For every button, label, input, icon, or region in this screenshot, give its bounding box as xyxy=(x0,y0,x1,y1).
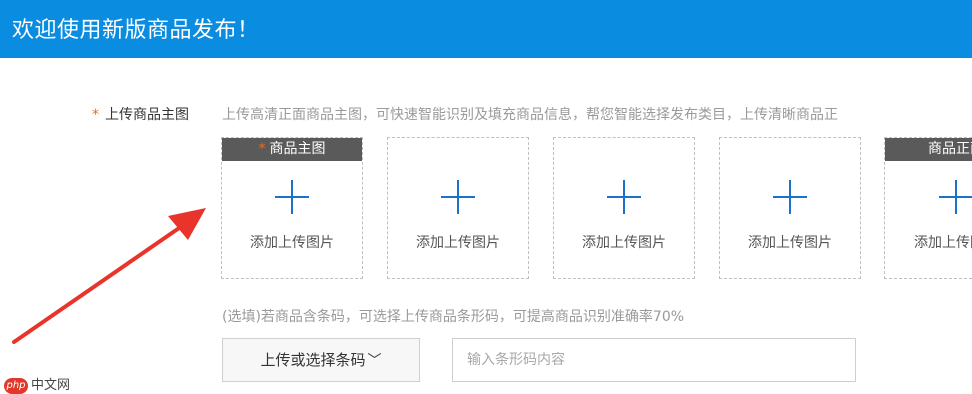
image-upload-slot[interactable]: 添加上传图片 xyxy=(387,137,529,279)
watermark: php 中文网 xyxy=(4,374,70,394)
page-title: 欢迎使用新版商品发布！ xyxy=(12,18,260,43)
slot-tag-text: 商品正面 xyxy=(928,141,972,157)
page-header: 欢迎使用新版商品发布！ xyxy=(0,0,972,58)
barcode-hint: (选填)若商品含条码，可选择上传商品条形码，可提高商品识别准确率70% xyxy=(222,309,685,325)
plus-icon xyxy=(773,180,807,214)
required-mark: * xyxy=(258,141,266,157)
slot-add-label: 添加上传图片 xyxy=(250,235,334,251)
slot-add-label: 添加上传图片 xyxy=(416,235,500,251)
image-upload-slot[interactable]: 添加上传图片 xyxy=(553,137,695,279)
slot-add-label: 添加上传图片 xyxy=(914,235,972,251)
image-upload-slot[interactable]: 添加上传图片 xyxy=(719,137,861,279)
required-mark: * xyxy=(92,107,99,123)
upload-barcode-button[interactable]: 上传或选择条码 ﹀ xyxy=(222,338,420,382)
main-image-label-text: 上传商品主图 xyxy=(105,107,189,123)
slot-tag-text: 商品主图 xyxy=(269,141,326,157)
slot-tag: * 商品主图 xyxy=(222,138,362,161)
plus-icon xyxy=(607,180,641,214)
php-logo-icon: php xyxy=(4,377,28,394)
upload-barcode-button-label: 上传或选择条码 xyxy=(260,351,366,369)
plus-icon xyxy=(939,180,972,214)
slot-add-label: 添加上传图片 xyxy=(748,235,832,251)
watermark-text: 中文网 xyxy=(31,378,71,393)
barcode-input[interactable] xyxy=(452,338,856,382)
slot-add-label: 添加上传图片 xyxy=(582,235,666,251)
plus-icon xyxy=(441,180,475,214)
plus-icon xyxy=(275,180,309,214)
main-image-hint: 上传高清正面商品主图，可快速智能识别及填充商品信息，帮您智能选择发布类目，上传清… xyxy=(222,107,838,123)
main-image-field-label: * 上传商品主图 xyxy=(92,104,189,124)
slot-tag: 商品正面 xyxy=(885,138,972,161)
chevron-down-icon: ﹀ xyxy=(367,353,382,369)
image-upload-slot-main[interactable]: * 商品主图 添加上传图片 xyxy=(221,137,363,279)
image-upload-slot-front[interactable]: 商品正面 添加上传图片 xyxy=(884,137,972,279)
